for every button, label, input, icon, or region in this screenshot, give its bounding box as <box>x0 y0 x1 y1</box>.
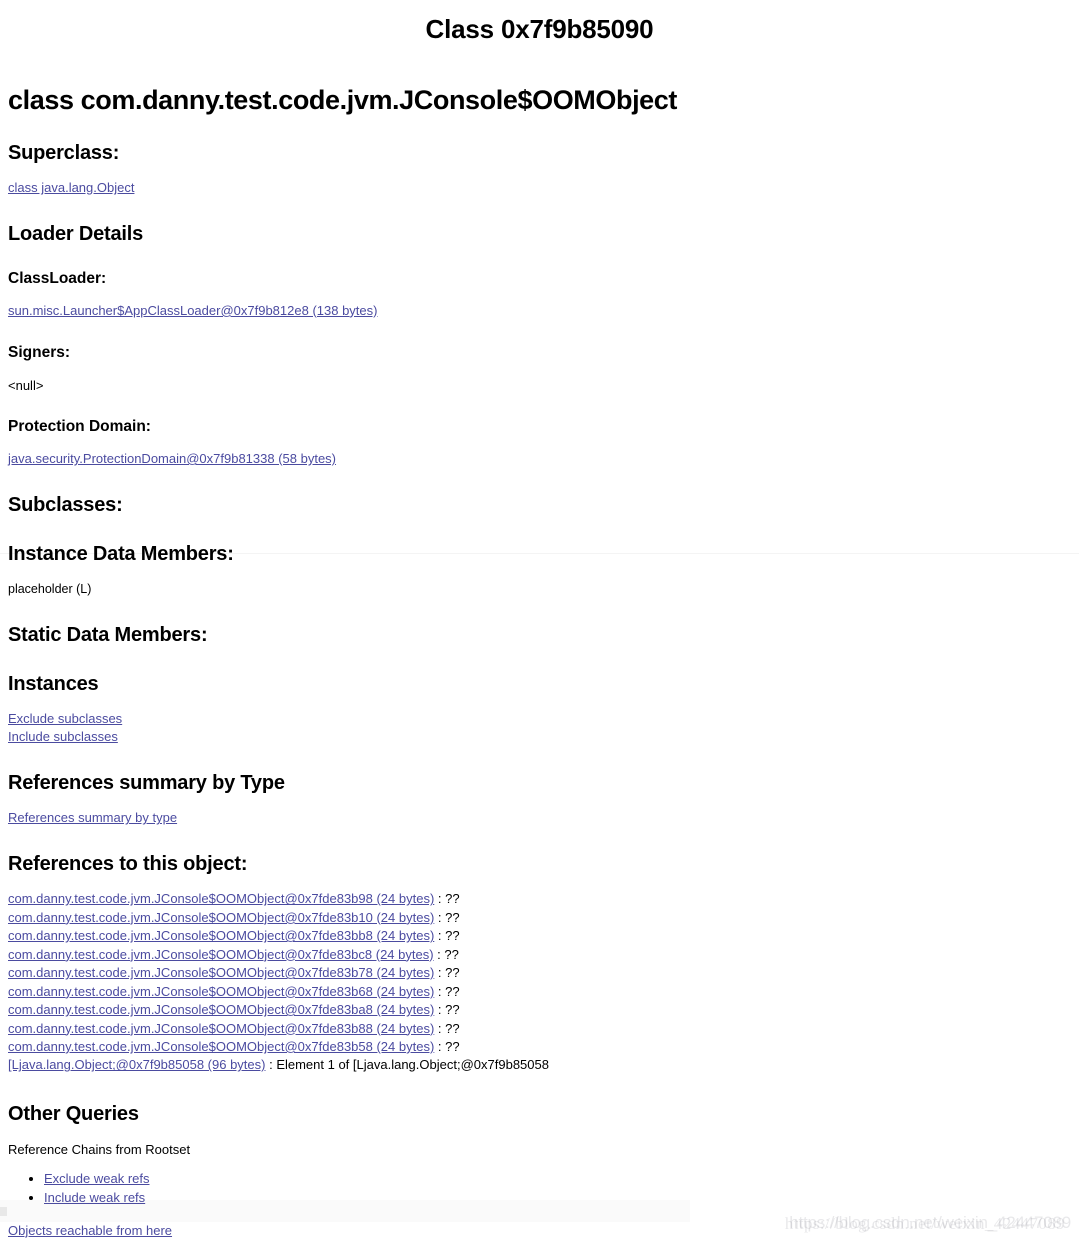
reference-detail: ?? <box>445 1002 460 1018</box>
references-summary-heading: References summary by Type <box>8 772 285 795</box>
reference-separator: : <box>434 1002 446 1018</box>
reference-separator: : <box>434 1038 446 1054</box>
static-data-members-heading: Static Data Members: <box>8 623 208 646</box>
protection-domain-link[interactable]: java.security.ProtectionDomain@0x7f9b813… <box>8 451 336 466</box>
signers-label: Signers: <box>8 343 71 361</box>
reference-link[interactable]: com.danny.test.code.jvm.JConsole$OOMObje… <box>8 1002 434 1017</box>
reference-separator: : <box>434 965 446 981</box>
reference-chains-options: Exclude weak refs Include weak refs <box>8 1170 1071 1208</box>
page-title: Class 0x7f9b85090 <box>425 14 654 44</box>
reference-detail: ?? <box>445 909 460 925</box>
instance-data-members-heading: Instance Data Members: <box>8 542 234 565</box>
references-summary-link-row: References summary by type <box>8 810 1071 827</box>
reference-detail: ?? <box>445 965 460 981</box>
subclasses-heading: Subclasses: <box>8 493 123 516</box>
reference-separator: : <box>434 1020 446 1036</box>
reference-detail: ?? <box>445 983 460 999</box>
reference-row: com.danny.test.code.jvm.JConsole$OOMObje… <box>8 1038 1071 1056</box>
reference-separator: : <box>434 983 446 999</box>
reference-link[interactable]: com.danny.test.code.jvm.JConsole$OOMObje… <box>8 947 434 962</box>
reference-detail: ?? <box>445 891 460 907</box>
reference-separator: : <box>434 928 446 944</box>
exclude-subclasses-link[interactable]: Exclude subclasses <box>8 710 1071 728</box>
objects-reachable-from-here-link[interactable]: Objects reachable from here <box>8 1223 172 1238</box>
reference-chains-label: Reference Chains from Rootset <box>8 1141 191 1157</box>
protection-domain-link-row: java.security.ProtectionDomain@0x7f9b813… <box>8 451 1071 468</box>
reference-link[interactable]: com.danny.test.code.jvm.JConsole$OOMObje… <box>8 1039 434 1054</box>
protection-domain-label: Protection Domain: <box>8 418 151 436</box>
reference-separator: : <box>434 891 446 907</box>
reference-separator: : <box>265 1057 277 1073</box>
include-weak-refs-link[interactable]: Include weak refs <box>44 1190 145 1205</box>
reference-row: com.danny.test.code.jvm.JConsole$OOMObje… <box>8 909 1071 927</box>
instances-heading: Instances <box>8 672 99 695</box>
reference-row: com.danny.test.code.jvm.JConsole$OOMObje… <box>8 983 1071 1001</box>
reference-link[interactable]: com.danny.test.code.jvm.JConsole$OOMObje… <box>8 984 434 999</box>
references-to-object-list: com.danny.test.code.jvm.JConsole$OOMObje… <box>8 890 1071 1075</box>
references-summary-by-type-link[interactable]: References summary by type <box>8 810 177 825</box>
superclass-link-row: class java.lang.Object <box>8 180 1071 197</box>
reference-row: com.danny.test.code.jvm.JConsole$OOMObje… <box>8 1020 1071 1038</box>
hat-class-page: Class 0x7f9b85090 class com.danny.test.c… <box>0 14 1079 1240</box>
reference-row: com.danny.test.code.jvm.JConsole$OOMObje… <box>8 946 1071 964</box>
instances-links: Exclude subclasses Include subclasses <box>8 710 1071 747</box>
classloader-link-row: sun.misc.Launcher$AppClassLoader@0x7f9b8… <box>8 303 1071 320</box>
reference-link[interactable]: com.danny.test.code.jvm.JConsole$OOMObje… <box>8 910 434 925</box>
loader-details-heading: Loader Details <box>8 222 144 245</box>
reference-detail: ?? <box>444 946 459 962</box>
reference-link[interactable]: com.danny.test.code.jvm.JConsole$OOMObje… <box>8 1021 434 1036</box>
other-queries-heading: Other Queries <box>8 1102 139 1125</box>
reference-separator: : <box>434 909 446 925</box>
reference-detail: ?? <box>445 1020 460 1036</box>
reference-row: [Ljava.lang.Object;@0x7f9b85058 (96 byte… <box>8 1056 1071 1074</box>
include-subclasses-link[interactable]: Include subclasses <box>8 728 1071 746</box>
reference-link[interactable]: com.danny.test.code.jvm.JConsole$OOMObje… <box>8 928 434 943</box>
reference-row: com.danny.test.code.jvm.JConsole$OOMObje… <box>8 927 1071 945</box>
references-to-object-heading: References to this object: <box>8 853 248 876</box>
reference-separator: : <box>433 946 445 962</box>
reference-detail: Element 1 of [Ljava.lang.Object;@0x7f9b8… <box>276 1057 549 1073</box>
exclude-weak-refs-link[interactable]: Exclude weak refs <box>44 1171 150 1186</box>
list-item: Exclude weak refs <box>44 1170 1071 1189</box>
reference-link[interactable]: com.danny.test.code.jvm.JConsole$OOMObje… <box>8 891 434 906</box>
classloader-label: ClassLoader: <box>8 269 107 287</box>
reference-detail: ?? <box>445 928 460 944</box>
superclass-heading: Superclass: <box>8 142 120 164</box>
signers-value: <null> <box>8 377 44 393</box>
reference-row: com.danny.test.code.jvm.JConsole$OOMObje… <box>8 964 1071 982</box>
reference-link[interactable]: [Ljava.lang.Object;@0x7f9b85058 (96 byte… <box>8 1057 265 1072</box>
reference-detail: ?? <box>445 1038 460 1054</box>
superclass-link[interactable]: class java.lang.Object <box>8 180 134 195</box>
reference-row: com.danny.test.code.jvm.JConsole$OOMObje… <box>8 1001 1071 1019</box>
objects-reachable-row: Objects reachable from here <box>8 1223 1071 1240</box>
reference-link[interactable]: com.danny.test.code.jvm.JConsole$OOMObje… <box>8 965 434 980</box>
instance-data-member-item: placeholder (L) <box>8 581 92 596</box>
list-item: Include weak refs <box>44 1189 1071 1208</box>
classloader-link[interactable]: sun.misc.Launcher$AppClassLoader@0x7f9b8… <box>8 303 377 318</box>
class-header: class com.danny.test.code.jvm.JConsole$O… <box>8 85 678 115</box>
reference-row: com.danny.test.code.jvm.JConsole$OOMObje… <box>8 890 1071 908</box>
